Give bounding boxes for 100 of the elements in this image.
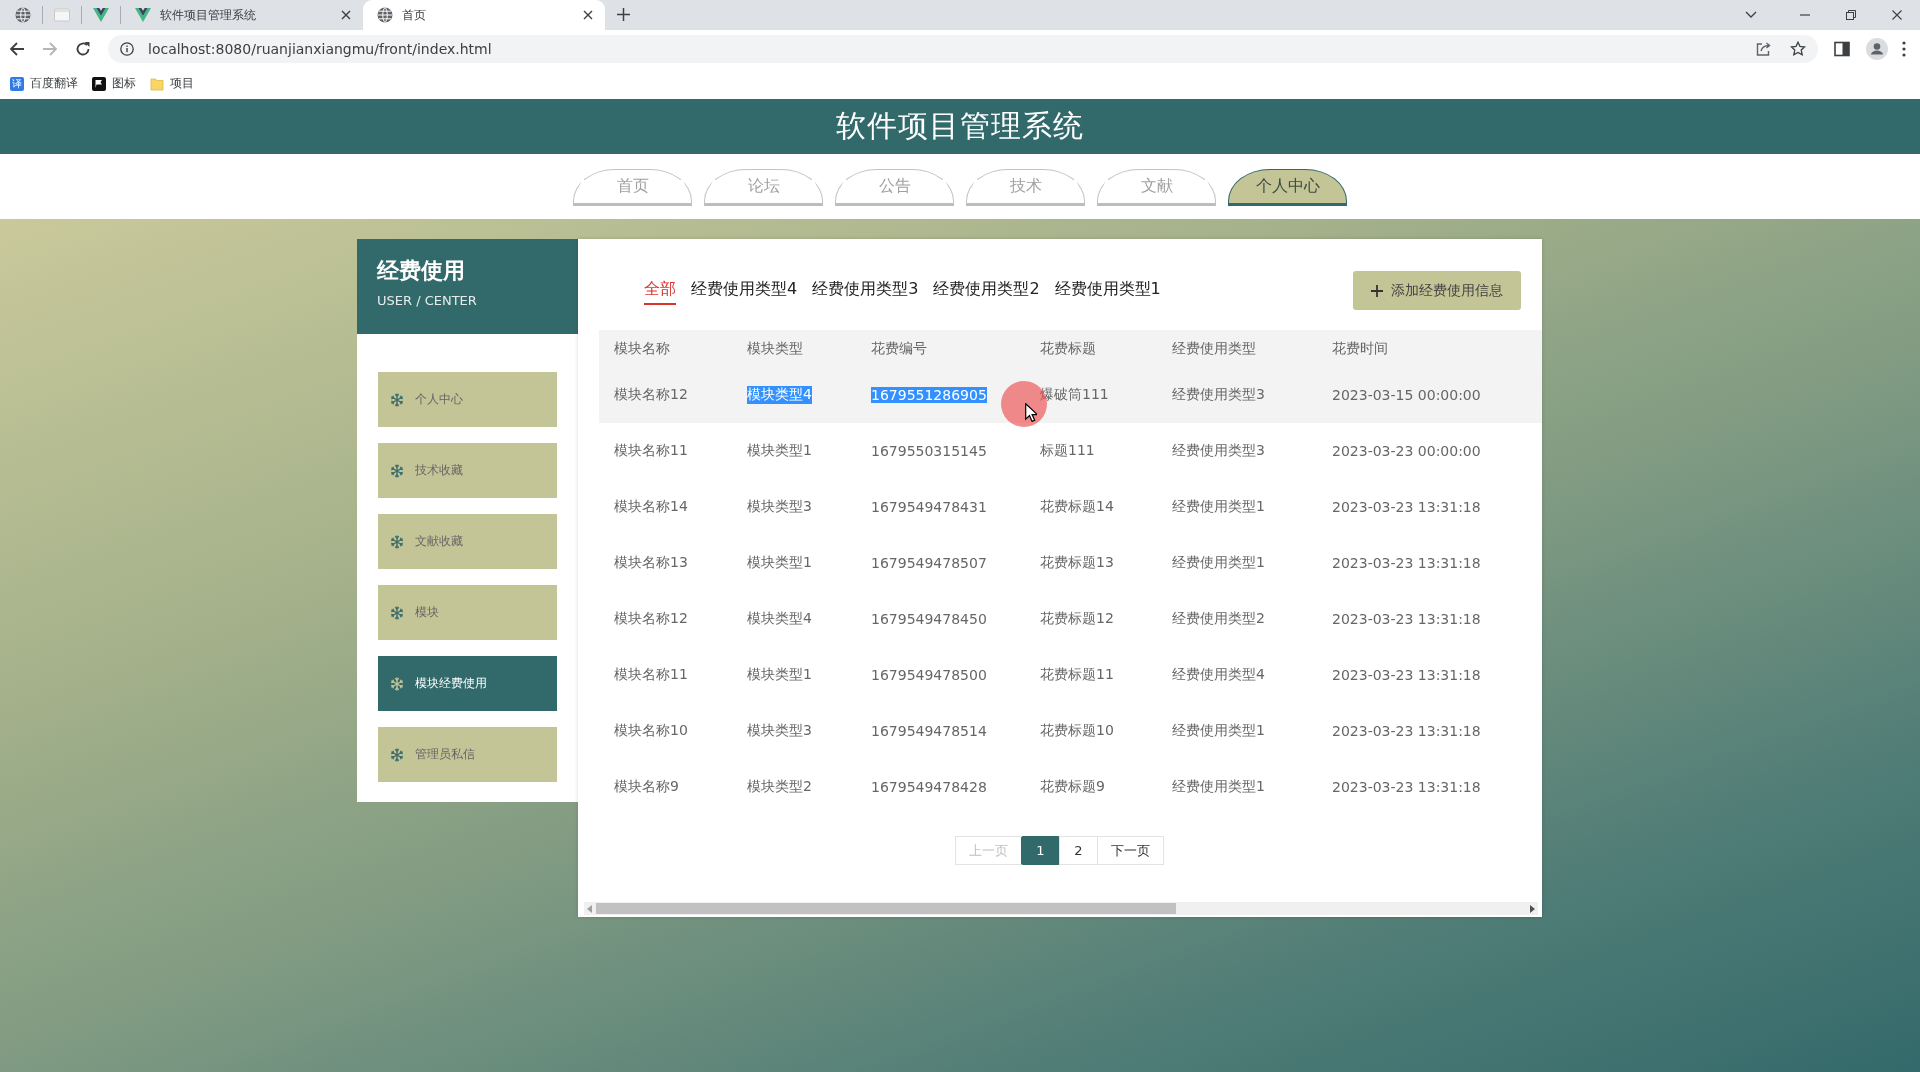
table-cell: 1679549478500	[871, 667, 987, 683]
column-header: 花费时间	[1332, 339, 1388, 358]
table-cell: 模块类型3	[747, 722, 812, 740]
table-cell: 模块类型1	[747, 666, 812, 684]
reload-icon[interactable]	[75, 41, 91, 57]
snowflake-icon	[390, 676, 404, 691]
table-cell: 模块名称13	[614, 554, 688, 572]
table-cell: 花费标题11	[1040, 666, 1114, 684]
profile-avatar-icon[interactable]	[1866, 38, 1888, 60]
table-cell: 1679549478431	[871, 499, 987, 515]
bookmark-button[interactable]: 图标	[92, 75, 136, 92]
table-cell: 花费标题12	[1040, 610, 1114, 628]
close-icon[interactable]	[341, 10, 351, 20]
sidebar-item[interactable]: 文献收藏	[378, 514, 557, 569]
page-button[interactable]: 2	[1059, 836, 1098, 865]
table-cell: 模块类型4	[747, 386, 812, 404]
table-cell: 2023-03-15 00:00:00	[1332, 387, 1481, 403]
table-cell: 1679549478450	[871, 611, 987, 627]
nav-tab[interactable]: 个人中心	[1228, 169, 1347, 206]
table-cell: 1679551286905	[871, 387, 987, 403]
table-cell: 2023-03-23 13:31:18	[1332, 611, 1481, 627]
snowflake-icon	[390, 392, 404, 407]
close-icon[interactable]	[583, 10, 593, 20]
table-cell: 模块名称12	[614, 386, 688, 404]
table-cell: 模块名称10	[614, 722, 688, 740]
snowflake-icon	[390, 463, 404, 478]
folder-icon	[150, 76, 164, 91]
sidebar-item[interactable]: 管理员私信	[378, 727, 557, 782]
table-cell: 1679549478507	[871, 555, 987, 571]
star-icon[interactable]	[1790, 41, 1806, 57]
column-header: 花费标题	[1040, 339, 1096, 358]
table-cell: 模块类型1	[747, 554, 812, 572]
table-cell: 经费使用类型1	[1172, 722, 1265, 740]
filter-tab[interactable]: 经费使用类型3	[812, 276, 919, 305]
table-cell: 经费使用类型1	[1172, 778, 1265, 796]
column-header: 经费使用类型	[1172, 339, 1256, 358]
table-cell: 1679549478428	[871, 779, 987, 795]
share-icon[interactable]	[1756, 41, 1772, 57]
snowflake-icon	[390, 534, 404, 549]
table-cell: 模块类型3	[747, 498, 812, 516]
v-logo-icon	[135, 7, 151, 23]
bookmark-button[interactable]: 项目	[150, 75, 194, 92]
kebab-menu-icon[interactable]	[1902, 41, 1906, 57]
restore-icon[interactable]	[1846, 10, 1856, 20]
filter-tab[interactable]: 经费使用类型1	[1054, 276, 1161, 305]
sidebar-item[interactable]: 个人中心	[378, 372, 557, 427]
table-cell: 模块名称12	[614, 610, 688, 628]
table-cell: 1679550315145	[871, 443, 987, 459]
table-cell: 经费使用类型3	[1172, 442, 1265, 460]
mouse-pointer-icon	[1025, 403, 1037, 422]
table-cell: 经费使用类型1	[1172, 554, 1265, 572]
table-cell: 2023-03-23 13:31:18	[1332, 667, 1481, 683]
page-button[interactable]: 1	[1021, 836, 1060, 865]
globe-icon	[15, 7, 31, 23]
bookmark-button[interactable]: 译 百度翻译	[10, 75, 78, 92]
flag-icon	[92, 76, 106, 91]
back-arrow-icon[interactable]	[9, 41, 25, 57]
page-icon	[54, 7, 70, 23]
table-cell: 经费使用类型2	[1172, 610, 1265, 628]
v-logo-icon	[93, 7, 109, 23]
browser-tab[interactable]: 软件项目管理系统	[121, 0, 363, 30]
table-cell: 模块名称11	[614, 442, 688, 460]
scroll-right-icon[interactable]	[1529, 904, 1535, 913]
table-cell: 2023-03-23 13:31:18	[1332, 555, 1481, 571]
filter-tab[interactable]: 全部	[644, 276, 676, 305]
new-tab-icon[interactable]	[617, 8, 630, 21]
column-header: 模块名称	[614, 339, 670, 358]
table-cell: 模块类型4	[747, 610, 812, 628]
table-cell: 模块名称11	[614, 666, 688, 684]
sidebar-item[interactable]: 模块	[378, 585, 557, 640]
horizontal-scrollbar[interactable]	[584, 902, 1538, 915]
table-cell: 经费使用类型3	[1172, 386, 1265, 404]
table-cell: 花费标题14	[1040, 498, 1114, 516]
table-cell: 2023-03-23 13:31:18	[1332, 723, 1481, 739]
table-cell: 标题111	[1040, 442, 1095, 460]
table-cell: 花费标题13	[1040, 554, 1114, 572]
table-cell: 2023-03-23 00:00:00	[1332, 443, 1481, 459]
table-cell: 花费标题9	[1040, 778, 1105, 796]
info-icon[interactable]	[120, 42, 134, 56]
table-cell: 模块类型2	[747, 778, 812, 796]
sidebar-item[interactable]: 模块经费使用	[378, 656, 557, 711]
side-panel-icon[interactable]	[1834, 41, 1850, 57]
sidebar-item[interactable]: 技术收藏	[378, 443, 557, 498]
table-cell: 模块类型1	[747, 442, 812, 460]
filter-tab[interactable]: 经费使用类型2	[933, 276, 1040, 305]
snowflake-icon	[390, 747, 404, 762]
address-bar[interactable]: localhost:8080/ruanjianxiangmu/front/index.html	[108, 35, 1818, 63]
scrollbar-thumb[interactable]	[596, 903, 1176, 914]
globe-icon	[377, 7, 393, 23]
add-button[interactable]: 添加经费使用信息	[1353, 271, 1521, 310]
close-icon[interactable]	[1892, 10, 1902, 20]
table-cell: 模块名称14	[614, 498, 688, 516]
table-cell: 经费使用类型4	[1172, 666, 1265, 684]
next-page-button[interactable]: 下一页	[1097, 836, 1164, 865]
browser-tab[interactable]: 首页	[363, 0, 605, 30]
table-cell: 2023-03-23 13:31:18	[1332, 499, 1481, 515]
table-cell: 模块名称9	[614, 778, 679, 796]
filter-tab[interactable]: 经费使用类型4	[691, 276, 798, 305]
snowflake-icon	[390, 605, 404, 620]
column-header: 花费编号	[871, 339, 927, 358]
